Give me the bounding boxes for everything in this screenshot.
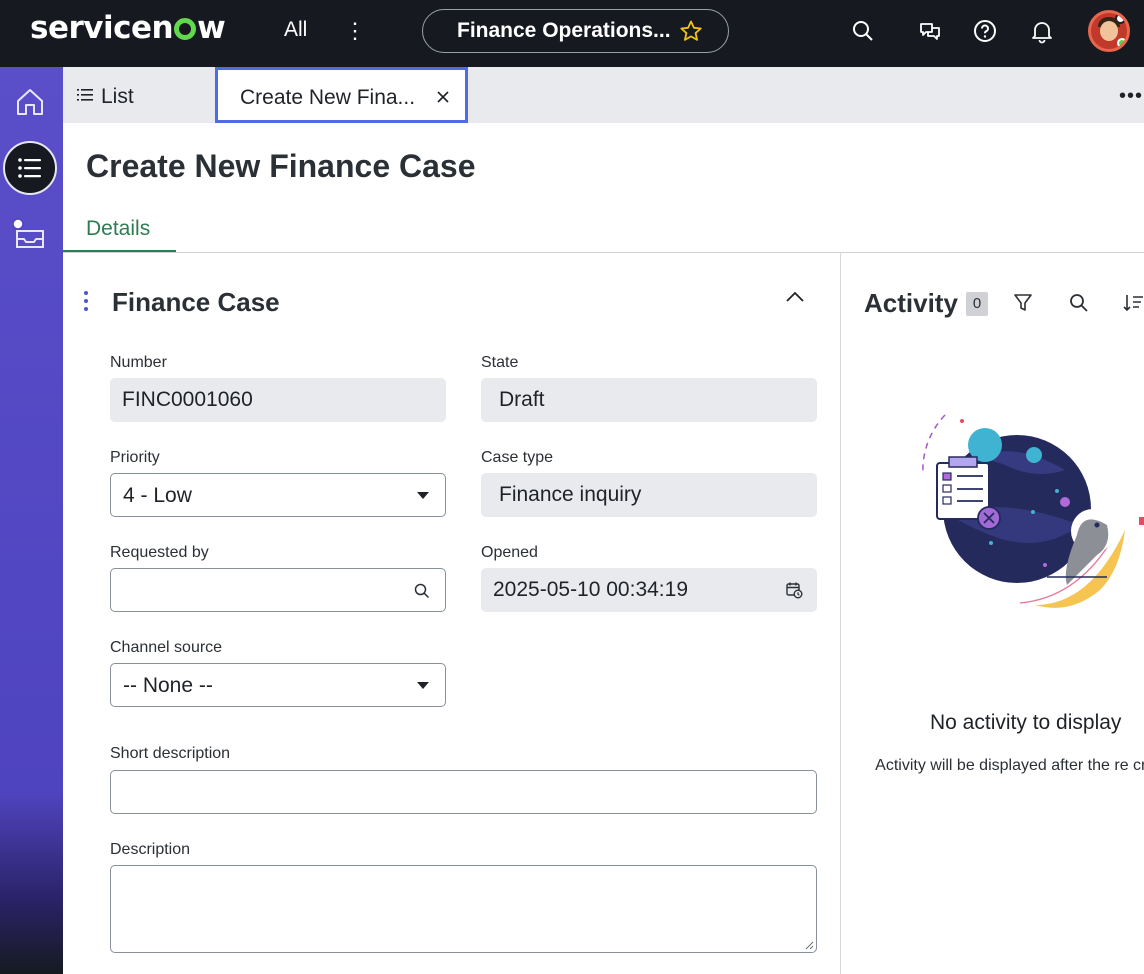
help-icon[interactable] xyxy=(972,18,998,44)
empty-state-message: Activity will be displayed after the re … xyxy=(875,757,1144,774)
priority-label: Priority xyxy=(110,449,160,466)
divider xyxy=(63,252,1144,253)
number-label: Number xyxy=(110,354,167,371)
channel-source-select[interactable]: -- None -- xyxy=(110,663,446,707)
tab-list[interactable]: List xyxy=(77,85,134,109)
sort-icon[interactable] xyxy=(1122,292,1144,314)
inbox-icon[interactable] xyxy=(11,217,47,251)
empty-activity-illustration xyxy=(922,414,1144,608)
activity-title: Activity xyxy=(864,288,958,318)
list-icon xyxy=(18,158,41,178)
state-label: State xyxy=(481,354,519,371)
state-field: Draft xyxy=(481,378,817,422)
section-options-icon[interactable] xyxy=(82,290,90,312)
notifications-bell-icon[interactable] xyxy=(1029,18,1055,44)
requested-by-input[interactable] xyxy=(110,568,446,612)
user-avatar[interactable] xyxy=(1088,10,1130,52)
tab-active-label: Create New Fina... xyxy=(240,86,416,109)
servicenow-logo[interactable]: servicen w xyxy=(30,10,226,46)
panel-divider xyxy=(840,253,841,974)
channel-source-value: -- None -- xyxy=(123,674,213,697)
close-tab-icon[interactable] xyxy=(435,89,451,105)
activity-count-badge: 0 xyxy=(966,292,988,316)
short-description-label: Short description xyxy=(110,745,231,762)
workspace-tabs-bar: List Create New Fina... ••• xyxy=(63,67,1144,123)
workspace-label: Finance Operations... xyxy=(457,19,671,42)
case-type-label: Case type xyxy=(481,449,554,466)
favorite-star-icon[interactable] xyxy=(679,19,703,43)
number-field: FINC0001060 xyxy=(110,378,446,422)
home-icon[interactable] xyxy=(14,86,46,118)
workspace-switcher[interactable]: Finance Operations... xyxy=(422,9,729,53)
description-textarea[interactable] xyxy=(110,865,817,953)
section-title: Finance Case xyxy=(112,287,280,317)
search-icon[interactable] xyxy=(850,18,876,44)
tab-details[interactable]: Details xyxy=(86,217,150,241)
more-tabs-icon[interactable]: ••• xyxy=(1119,85,1143,108)
empty-state-title: No activity to display xyxy=(930,711,1122,734)
list-nav-button[interactable] xyxy=(3,141,57,195)
short-description-input[interactable] xyxy=(110,770,817,814)
chevron-up-icon[interactable] xyxy=(785,290,805,304)
calendar-clock-icon[interactable] xyxy=(785,581,803,599)
dropdown-caret-icon xyxy=(417,682,429,689)
priority-value: 4 - Low xyxy=(123,484,192,507)
priority-select[interactable]: 4 - Low xyxy=(110,473,446,517)
search-icon[interactable] xyxy=(1068,292,1090,314)
channel-source-label: Channel source xyxy=(110,639,223,656)
more-options-icon[interactable]: ⋮ xyxy=(344,17,366,45)
resize-grip-icon[interactable] xyxy=(804,940,814,950)
page-title: Create New Finance Case xyxy=(86,148,476,184)
tab-create-new-finance-case[interactable]: Create New Fina... xyxy=(215,67,468,123)
lookup-search-icon[interactable] xyxy=(413,582,431,600)
all-menu-button[interactable]: All xyxy=(284,18,307,42)
description-label: Description xyxy=(110,841,191,858)
dropdown-caret-icon xyxy=(417,492,429,499)
requested-by-label: Requested by xyxy=(110,544,209,561)
opened-field: 2025-05-10 00:34:19 xyxy=(481,568,817,612)
opened-value: 2025-05-10 00:34:19 xyxy=(493,578,688,601)
filter-icon[interactable] xyxy=(1012,292,1034,314)
case-type-field: Finance inquiry xyxy=(481,473,817,517)
list-icon xyxy=(77,89,93,101)
left-nav-rail xyxy=(0,67,63,974)
top-header: servicen w All ⋮ Finance Operations... xyxy=(0,0,1144,67)
chat-icon[interactable] xyxy=(917,18,943,44)
opened-label: Opened xyxy=(481,544,538,561)
tab-list-label: List xyxy=(101,85,134,108)
